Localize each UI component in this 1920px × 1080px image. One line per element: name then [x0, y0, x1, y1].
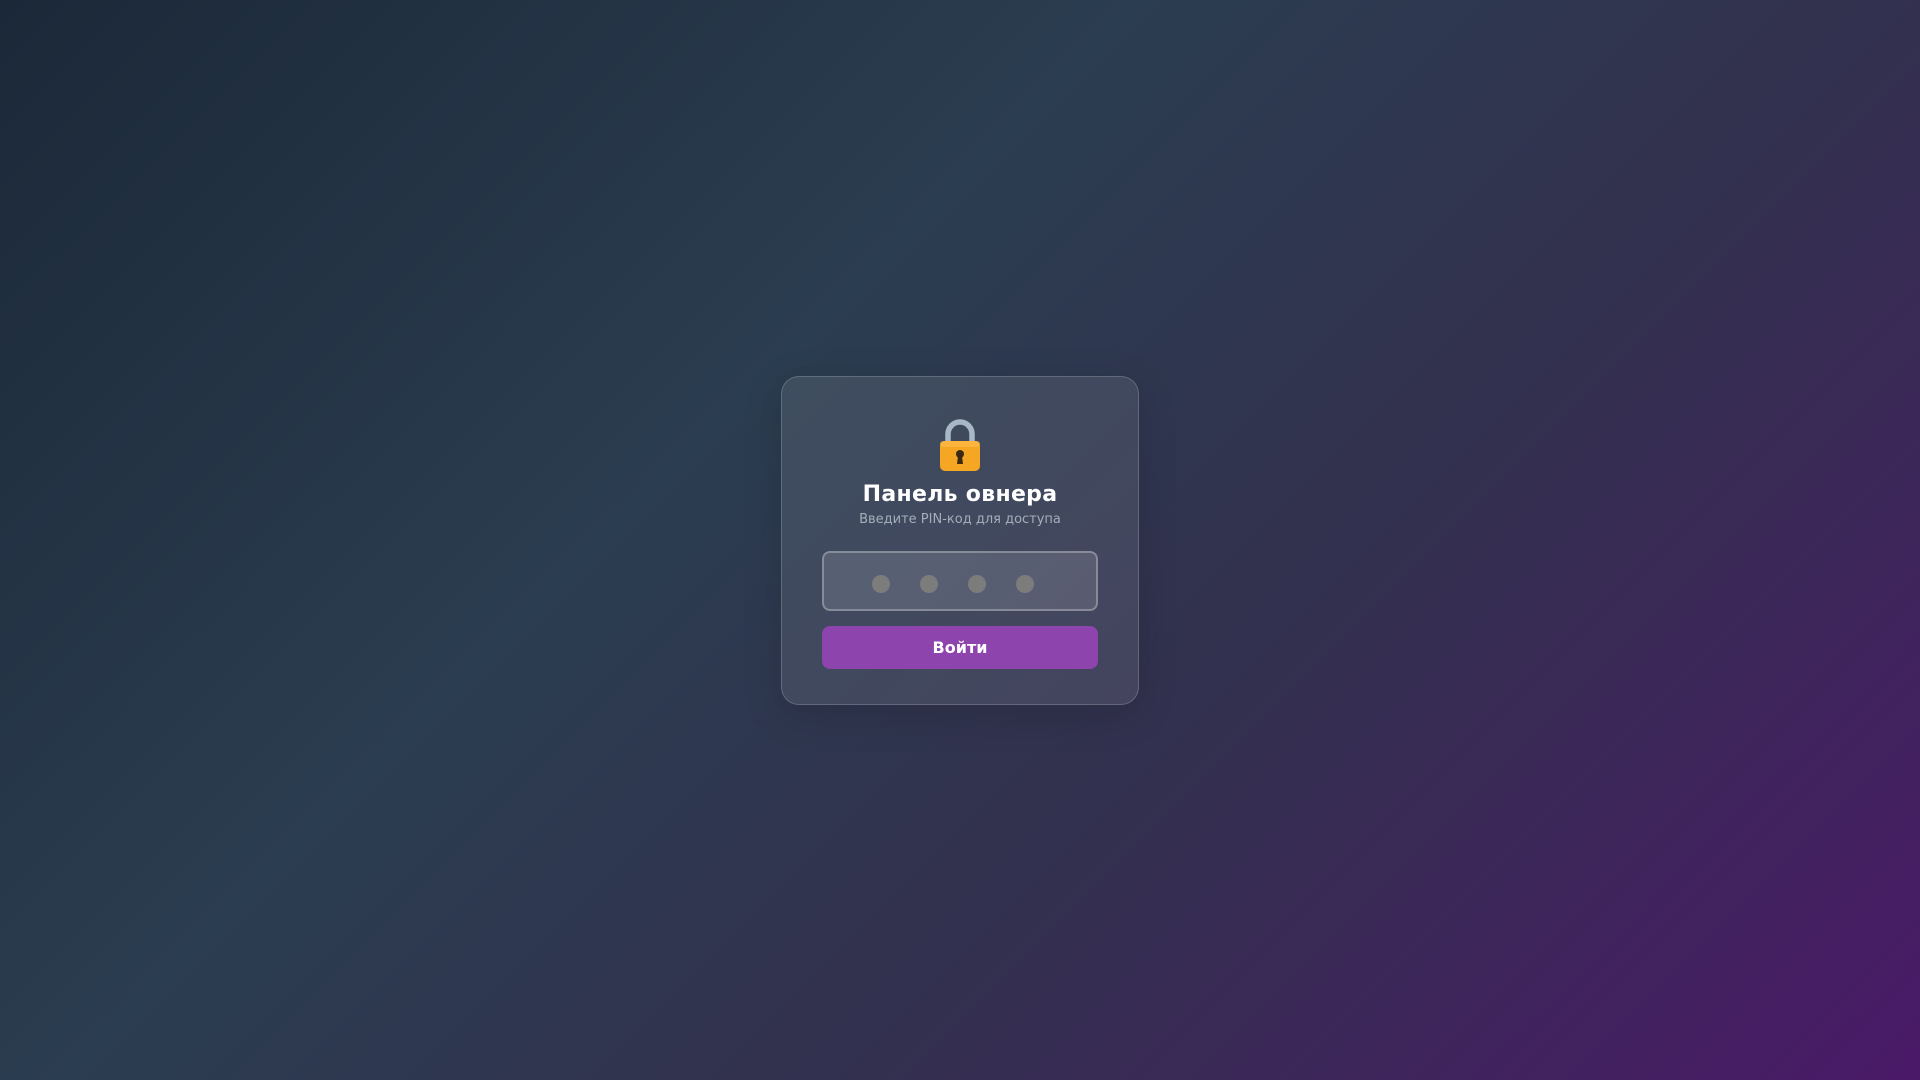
pin-input[interactable] — [822, 551, 1098, 611]
page-title: Панель овнера — [862, 482, 1058, 507]
pin-dot — [1016, 575, 1034, 593]
pin-dot — [872, 575, 890, 593]
lock-icon — [936, 417, 984, 473]
pin-dot — [968, 575, 986, 593]
pin-dots — [872, 575, 1034, 593]
login-card: Панель овнера Введите PIN-код для доступ… — [781, 376, 1139, 705]
login-button[interactable]: Войти — [822, 626, 1098, 669]
pin-dot — [920, 575, 938, 593]
page-subtitle: Введите PIN-код для доступа — [859, 512, 1061, 527]
